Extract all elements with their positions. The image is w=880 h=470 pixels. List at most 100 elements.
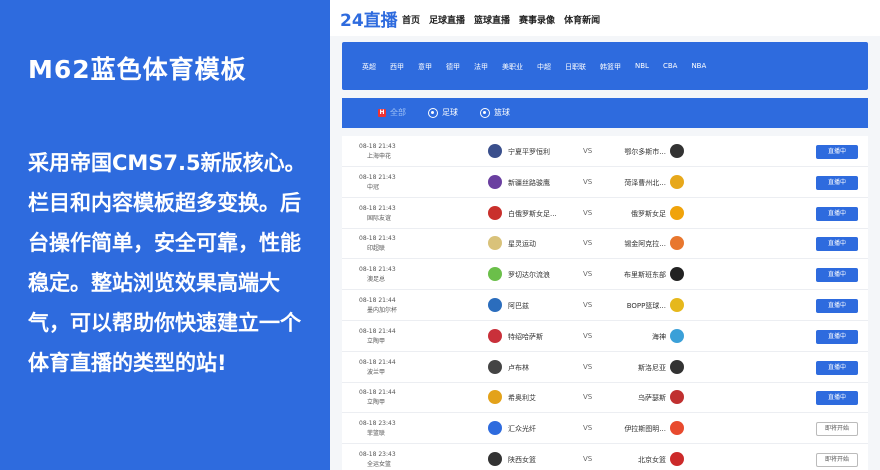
tab-all-label: 全部 — [390, 108, 406, 117]
league-link[interactable]: 法甲 — [474, 62, 488, 72]
match-time: 08-18 21:43 — [359, 266, 396, 274]
league-link[interactable]: 意甲 — [418, 62, 432, 72]
match-row[interactable]: 08-18 21:43 印超联 星灵运动 VS 锡金阿克拉... 直播中 — [342, 228, 868, 260]
league-link[interactable]: 日职联 — [565, 62, 586, 72]
nav-basketball-live[interactable]: 篮球直播 — [474, 13, 510, 26]
watch-button[interactable]: 直播中 — [816, 329, 858, 344]
league-link[interactable]: NBL — [635, 62, 649, 72]
league-link[interactable]: 德甲 — [446, 62, 460, 72]
vs-label: VS — [583, 270, 593, 279]
site-preview: 24直播 首页 足球直播 篮球直播 赛事录像 体育新闻 英超 西甲 意甲 德甲 … — [330, 0, 880, 470]
match-list: 08-18 21:43 上海申花 宁夏平罗恒利 VS 鄂尔多斯市... 直播中 08-18 … — [342, 136, 868, 470]
watch-button[interactable]: 直播中 — [816, 391, 858, 406]
team-b-logo — [670, 267, 684, 282]
vs-label: VS — [583, 301, 593, 309]
team-a-name: 罗切达尔流浪 — [508, 271, 550, 280]
team-a-logo — [488, 452, 502, 466]
match-league: 菲篮联 — [367, 430, 386, 438]
team-b-name: 海神 — [652, 332, 666, 341]
vs-label: VS — [583, 362, 593, 371]
match-time: 08-18 21:44 — [359, 358, 396, 366]
watch-button[interactable]: 即将开始 — [816, 453, 858, 467]
sport-tabs: H 全部 足球 篮球 — [342, 98, 868, 128]
team-a-name: 宁夏平罗恒利 — [508, 148, 550, 156]
match-time: 08-18 23:43 — [359, 451, 396, 458]
team-b-name: 乌萨瑟斯 — [638, 394, 666, 403]
vs-label: VS — [583, 208, 593, 217]
match-league: 国际友谊 — [367, 214, 392, 222]
nav-replays[interactable]: 赛事录像 — [519, 13, 555, 26]
team-a-logo — [488, 421, 502, 436]
team-a-name: 希奥利艾 — [508, 394, 536, 403]
match-league: 立陶甲 — [367, 399, 386, 407]
match-time: 08-18 21:43 — [359, 235, 396, 243]
tab-basketball-label: 篮球 — [494, 108, 510, 117]
match-row[interactable]: 08-18 21:43 上海申花 宁夏平罗恒利 VS 鄂尔多斯市... 直播中 — [342, 136, 868, 167]
league-link[interactable]: 英超 — [362, 62, 376, 72]
league-bar: 英超 西甲 意甲 德甲 法甲 美职业 中超 日职联 韩篮甲 NBL CBA NB… — [342, 42, 868, 90]
tab-basketball[interactable]: 篮球 — [480, 107, 510, 118]
match-league: 波兰甲 — [367, 368, 386, 376]
nav-home[interactable]: 首页 — [402, 13, 420, 26]
tab-all[interactable]: H 全部 — [378, 107, 406, 118]
team-a-name: 陕西女篮 — [508, 456, 536, 464]
team-a-name: 新疆丝路骏鹰 — [508, 178, 550, 187]
match-time: 08-18 21:44 — [359, 297, 396, 304]
match-row[interactable]: 08-18 21:44 波兰甲 卢布林 VS 斯洛尼亚 直播中 — [342, 352, 868, 383]
team-b-logo — [670, 452, 684, 466]
h-icon: H — [378, 108, 386, 117]
team-b-logo — [670, 236, 684, 251]
match-row[interactable]: 08-18 23:43 菲篮联 汇众光纤 VS 伊拉斯图明... 即将开始 — [342, 413, 868, 445]
league-link[interactable]: 韩篮甲 — [600, 62, 621, 72]
top-nav: 首页 足球直播 篮球直播 赛事录像 体育新闻 — [402, 13, 600, 26]
team-b-logo — [670, 144, 684, 158]
watch-button[interactable]: 直播中 — [816, 268, 858, 283]
match-row[interactable]: 08-18 21:44 立陶甲 希奥利艾 VS 乌萨瑟斯 直播中 — [342, 382, 868, 414]
league-link[interactable]: 中超 — [537, 62, 551, 72]
match-time: 08-18 21:43 — [359, 143, 396, 150]
match-row[interactable]: 08-18 23:43 全运女篮 陕西女篮 VS 北京女篮 即将开始 — [342, 444, 868, 470]
team-b-logo — [670, 328, 684, 343]
basketball-icon — [480, 107, 490, 118]
league-link[interactable]: 西甲 — [390, 62, 404, 72]
watch-button[interactable]: 直播中 — [816, 206, 858, 221]
team-a-logo — [488, 359, 502, 374]
match-row[interactable]: 08-18 21:44 立陶甲 特绍哈萨斯 VS 海神 直播中 — [342, 321, 868, 352]
match-league: 墨内加尔杯 — [367, 307, 398, 314]
team-b-name: 锡金阿克拉... — [624, 240, 666, 249]
match-league: 全运女篮 — [367, 461, 392, 468]
team-b-name: 布里斯班东部 — [624, 271, 666, 280]
tab-football[interactable]: 足球 — [428, 107, 458, 118]
team-a-logo — [488, 390, 502, 405]
team-b-name: 俄罗斯女足 — [631, 209, 666, 218]
match-row[interactable]: 08-18 21:44 墨内加尔杯 阿巴兹 VS BOPP篮球... 直播中 — [342, 290, 868, 321]
team-b-name: 菏泽曹州北... — [624, 178, 666, 187]
match-row[interactable]: 08-18 21:43 澳足总 罗切达尔流浪 VS 布里斯班东部 直播中 — [342, 259, 868, 291]
league-link[interactable]: CBA — [663, 62, 677, 72]
site-logo[interactable]: 24直播 — [340, 6, 398, 31]
team-a-name: 白俄罗斯女足... — [508, 209, 557, 218]
watch-button[interactable]: 直播中 — [816, 237, 858, 252]
nav-sports-news[interactable]: 体育新闻 — [564, 13, 600, 26]
tab-football-label: 足球 — [442, 108, 458, 117]
watch-button[interactable]: 直播中 — [816, 299, 858, 313]
match-league: 印超联 — [367, 245, 386, 253]
match-time: 08-18 23:43 — [359, 420, 396, 428]
watch-button[interactable]: 直播中 — [816, 175, 858, 190]
vs-label: VS — [583, 424, 593, 433]
match-league: 中冠 — [367, 183, 380, 191]
league-link[interactable]: NBA — [691, 62, 706, 72]
vs-label: VS — [583, 147, 593, 155]
team-a-logo — [488, 267, 502, 282]
nav-football-live[interactable]: 足球直播 — [429, 13, 465, 26]
match-row[interactable]: 08-18 21:43 国际友谊 白俄罗斯女足... VS 俄罗斯女足 直播中 — [342, 198, 868, 229]
promo-panel: M62蓝色体育模板 采用帝国CMS7.5新版核心。栏目和内容模板超多变换。后台操… — [0, 0, 330, 470]
match-row[interactable]: 08-18 21:43 中冠 新疆丝路骏鹰 VS 菏泽曹州北... 直播中 — [342, 167, 868, 198]
watch-button[interactable]: 直播中 — [816, 360, 858, 375]
match-league: 上海申花 — [367, 153, 392, 160]
league-link[interactable]: 美职业 — [502, 62, 523, 72]
vs-label: VS — [583, 239, 593, 248]
watch-button[interactable]: 直播中 — [816, 145, 858, 159]
watch-button[interactable]: 即将开始 — [816, 422, 858, 437]
team-a-name: 特绍哈萨斯 — [508, 332, 543, 341]
